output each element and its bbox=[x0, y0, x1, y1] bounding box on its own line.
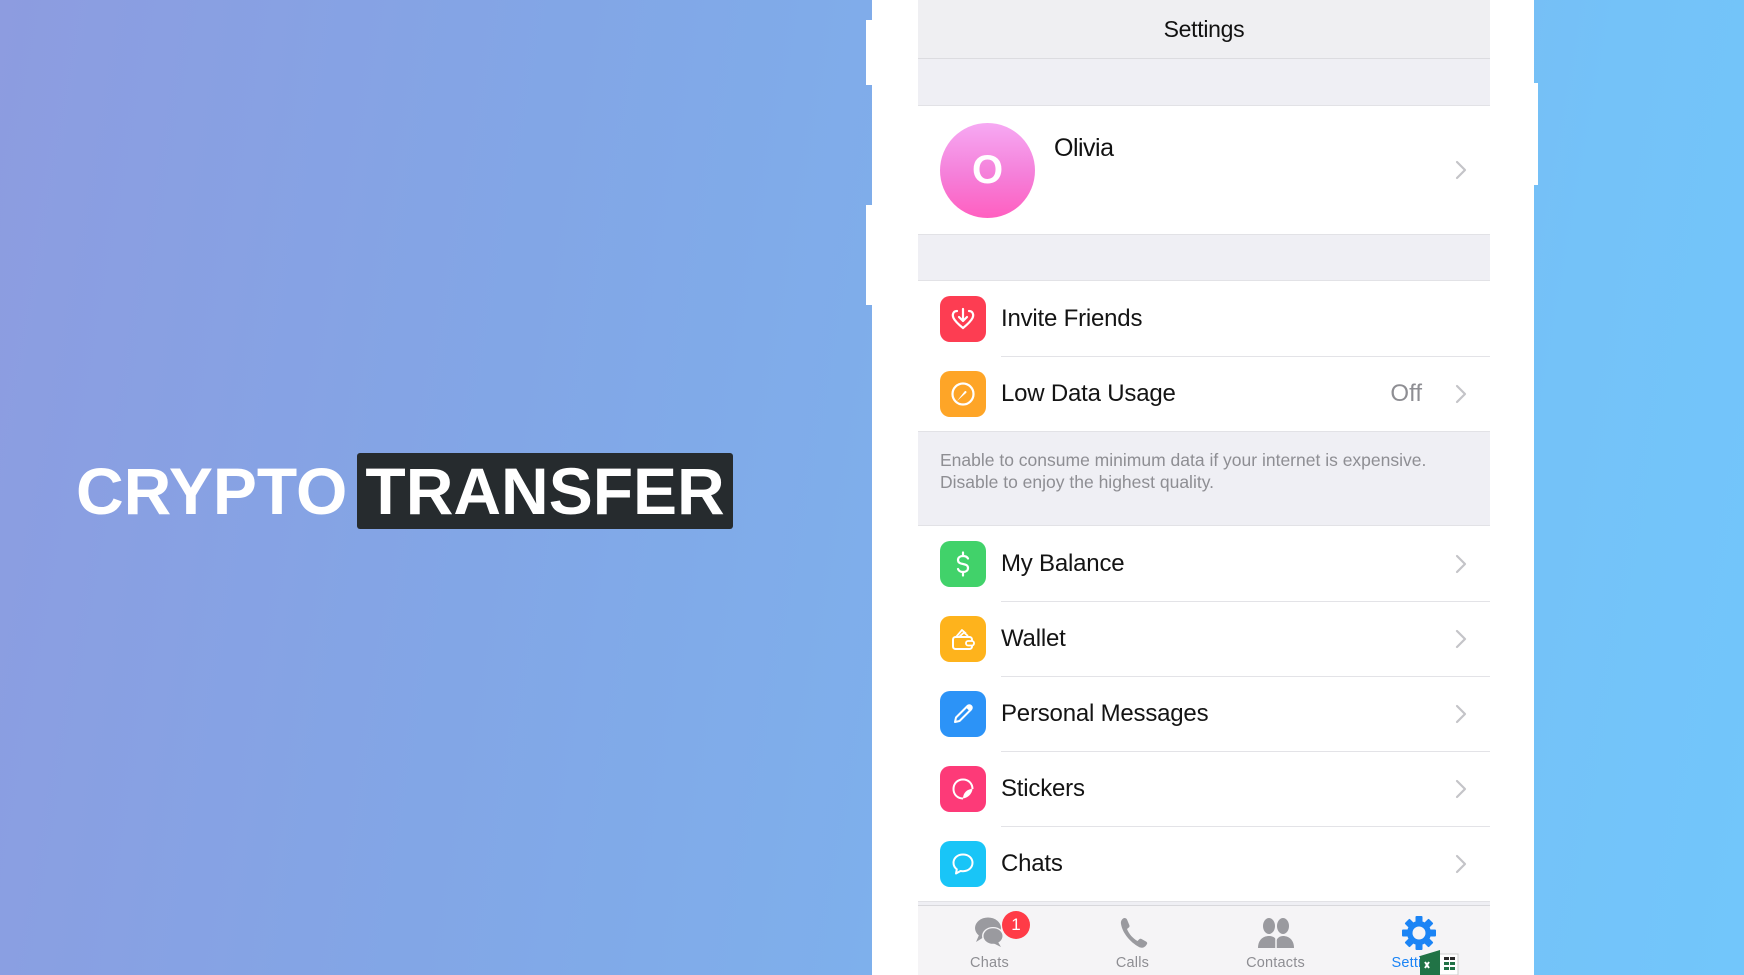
page-title: Settings bbox=[1163, 15, 1245, 42]
tab-contacts[interactable]: Contacts bbox=[1204, 906, 1347, 975]
low-data-usage-label: Low Data Usage bbox=[1001, 379, 1176, 407]
overlay-title: CRYPTO TRANSFER bbox=[76, 452, 733, 530]
invite-friends-label: Invite Friends bbox=[1001, 304, 1143, 332]
stickers-row[interactable]: Stickers bbox=[918, 751, 1490, 826]
heart-download-icon bbox=[951, 307, 975, 329]
invite-friends-row[interactable]: Invite Friends bbox=[918, 281, 1490, 356]
chats-icon-box bbox=[940, 840, 986, 887]
low-data-usage-footer: Enable to consume minimum data if your i… bbox=[940, 450, 1427, 492]
spreadsheet-icon bbox=[1420, 950, 1459, 975]
chevron-right-icon bbox=[1455, 554, 1467, 573]
tab-calls[interactable]: Calls bbox=[1061, 906, 1204, 975]
tab-bar: 1 Chats Calls Contacts Settings bbox=[918, 905, 1490, 975]
chevron-right-icon bbox=[1455, 629, 1467, 648]
invite-friends-icon-box bbox=[940, 295, 986, 342]
chat-bubble-icon bbox=[952, 853, 974, 874]
wallet-icon-box bbox=[940, 615, 986, 662]
profile-name: Olivia bbox=[1054, 134, 1114, 162]
profile-row[interactable]: O Olivia bbox=[918, 105, 1490, 235]
chats-label: Chats bbox=[1001, 849, 1063, 877]
low-data-usage-icon-box bbox=[940, 370, 986, 417]
personal-messages-row[interactable]: Personal Messages bbox=[918, 676, 1490, 751]
chevron-right-icon bbox=[1455, 854, 1467, 873]
dollar-icon bbox=[956, 550, 970, 577]
stickers-icon-box bbox=[940, 765, 986, 812]
stickers-label: Stickers bbox=[1001, 774, 1085, 802]
avatar-initial: O bbox=[971, 148, 1004, 192]
overlay-title-part1: CRYPTO bbox=[76, 454, 348, 528]
low-data-usage-row[interactable]: Low Data Usage Off bbox=[918, 356, 1490, 431]
phone-side-button bbox=[866, 20, 874, 85]
tab-contacts-label: Contacts bbox=[1246, 955, 1305, 971]
personal-messages-icon-box bbox=[940, 690, 986, 737]
my-balance-label: My Balance bbox=[1001, 549, 1125, 577]
my-balance-icon-box bbox=[940, 540, 986, 587]
tab-chats[interactable]: 1 Chats bbox=[918, 906, 1061, 975]
chats-row[interactable]: Chats bbox=[918, 826, 1490, 901]
my-balance-row[interactable]: My Balance bbox=[918, 526, 1490, 601]
settings-group-1: Invite Friends Low Data Usage Off bbox=[918, 280, 1490, 432]
wallet-icon bbox=[952, 628, 975, 650]
personal-messages-label: Personal Messages bbox=[1001, 699, 1209, 727]
chevron-right-icon bbox=[1455, 160, 1467, 180]
pencil-icon bbox=[954, 703, 973, 723]
tab-chats-label: Chats bbox=[970, 955, 1009, 971]
sticker-icon bbox=[952, 777, 974, 799]
phone-icon bbox=[1120, 917, 1147, 948]
chevron-right-icon bbox=[1455, 779, 1467, 798]
overlay-title-part2: TRANSFER bbox=[357, 453, 733, 529]
chevron-right-icon bbox=[1455, 384, 1467, 403]
tab-settings[interactable]: Settings bbox=[1347, 906, 1490, 975]
phone-side-button bbox=[866, 205, 874, 305]
gauge-icon bbox=[951, 381, 975, 406]
tab-calls-label: Calls bbox=[1115, 955, 1150, 971]
contacts-icon bbox=[1257, 918, 1294, 948]
settings-screen: Settings O Olivia Invite Friends Low Dat… bbox=[918, 0, 1490, 975]
gear-icon bbox=[1401, 916, 1436, 950]
wallet-row[interactable]: Wallet bbox=[918, 601, 1490, 676]
chats-unread-badge: 1 bbox=[1002, 911, 1030, 939]
chevron-right-icon bbox=[1455, 704, 1467, 723]
navigation-bar: Settings bbox=[918, 0, 1490, 59]
low-data-usage-value: Off bbox=[1390, 379, 1422, 407]
phone-side-button bbox=[1532, 83, 1538, 185]
avatar: O bbox=[940, 123, 1035, 218]
settings-group-2: My Balance Wallet Personal Messages Stic… bbox=[918, 525, 1490, 902]
wallet-label: Wallet bbox=[1001, 624, 1066, 652]
